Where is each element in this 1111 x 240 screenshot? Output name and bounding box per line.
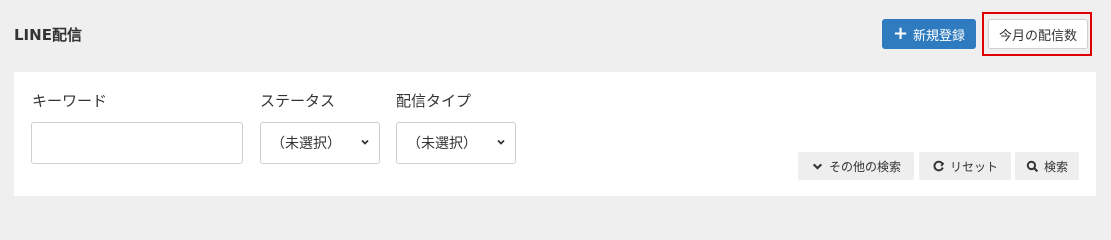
refresh-icon [933, 160, 945, 171]
delivery-type-label: 配信タイプ [396, 92, 472, 110]
delivery-type-selected-value: （未選択） [407, 136, 477, 152]
reset-label: リセット [949, 159, 998, 174]
delivery-type-select[interactable]: （未選択） [396, 122, 516, 164]
chevron-down-icon [812, 163, 823, 170]
keyword-label: キーワード [32, 92, 108, 110]
plus-icon: + [892, 23, 909, 44]
keyword-input[interactable] [31, 122, 243, 164]
search-icon [1026, 160, 1039, 172]
search-panel: キーワード ステータス （未選択） 配信タイプ （未選択） その他の検索 リセッ… [14, 72, 1096, 196]
page-title: LINE配信 [14, 26, 82, 44]
status-selected-value: （未選択） [271, 136, 341, 152]
reset-button[interactable]: リセット [919, 152, 1011, 180]
new-register-button[interactable]: + 新規登録 [882, 19, 976, 49]
new-register-label: 新規登録 [913, 28, 966, 44]
status-label: ステータス [260, 92, 336, 110]
other-search-button[interactable]: その他の検索 [798, 152, 914, 180]
chevron-down-icon [497, 139, 505, 145]
search-label: 検索 [1043, 159, 1068, 174]
chevron-down-icon [361, 139, 369, 145]
other-search-label: その他の検索 [828, 159, 901, 174]
search-button[interactable]: 検索 [1015, 152, 1079, 180]
monthly-delivery-count-button[interactable]: 今月の配信数 [988, 19, 1088, 49]
status-select[interactable]: （未選択） [260, 122, 380, 164]
